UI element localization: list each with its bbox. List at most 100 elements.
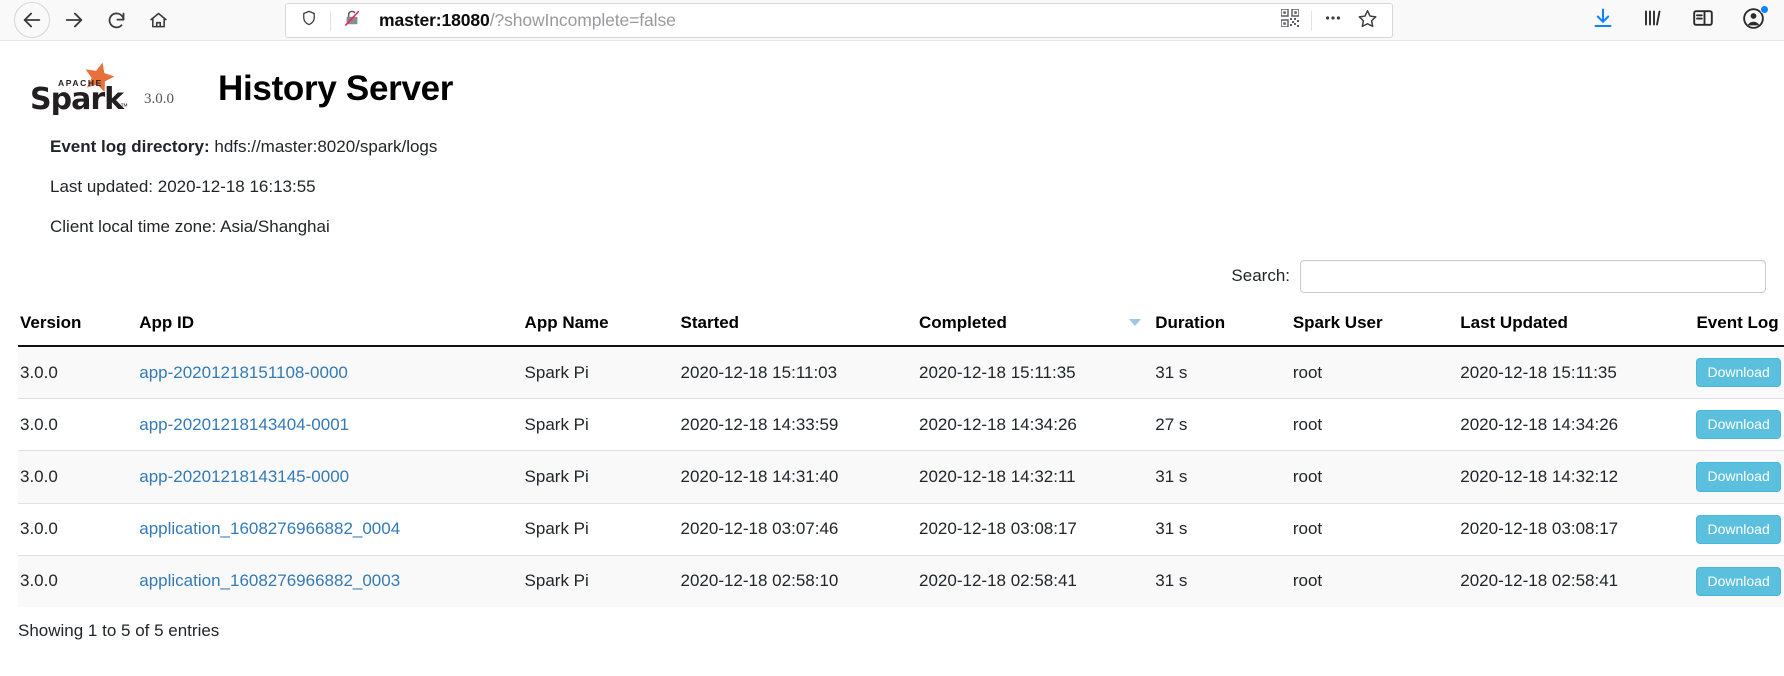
info-value: Asia/Shanghai <box>220 217 330 236</box>
info-label: Event log directory: <box>50 137 210 156</box>
connection-security-button[interactable] <box>337 8 367 33</box>
bookmark-button[interactable] <box>1350 6 1384 36</box>
browser-toolbar: master:18080/?showIncomplete=false <box>0 0 1784 41</box>
cell-version: 3.0.0 <box>18 554 138 607</box>
table-row: 3.0.0 application_1608276966882_0003 Spa… <box>18 554 1784 607</box>
cell-appname: Spark Pi <box>522 502 679 556</box>
server-info-list: Event log directory: hdfs://master:8020/… <box>18 127 1766 247</box>
library-button[interactable] <box>1638 6 1668 36</box>
cell-appname: Spark Pi <box>522 554 679 607</box>
cell-duration: 31 s <box>1153 345 1291 399</box>
column-header-completed[interactable]: Completed <box>917 303 1154 347</box>
cell-last-updated: 2020-12-18 03:08:17 <box>1458 502 1695 556</box>
cell-version: 3.0.0 <box>18 502 138 556</box>
cell-event-log: Download <box>1694 502 1784 556</box>
column-header-event-log[interactable]: Event Log <box>1694 303 1784 347</box>
column-header-appid[interactable]: App ID <box>137 303 523 347</box>
search-label: Search: <box>1231 266 1290 285</box>
search-input[interactable] <box>1300 259 1766 293</box>
cell-version: 3.0.0 <box>18 345 138 399</box>
tracking-protection-button[interactable] <box>294 9 324 32</box>
cell-appname: Spark Pi <box>522 450 679 504</box>
cell-event-log: Download <box>1694 554 1784 607</box>
app-id-link[interactable]: app-20201218151108-0000 <box>139 363 348 382</box>
forward-button[interactable] <box>56 2 92 38</box>
page-actions-icon <box>1323 8 1343 33</box>
broken-lock-icon <box>342 8 362 33</box>
column-header-appname[interactable]: App Name <box>522 303 679 347</box>
info-event-log-directory: Event log directory: hdfs://master:8020/… <box>50 127 1766 167</box>
cell-completed: 2020-12-18 03:08:17 <box>917 502 1154 556</box>
cell-started: 2020-12-18 14:31:40 <box>678 450 918 504</box>
address-bar[interactable]: master:18080/?showIncomplete=false <box>285 3 1393 38</box>
download-button[interactable]: Download <box>1696 410 1781 440</box>
download-button[interactable]: Download <box>1696 514 1781 544</box>
page-header: APACHE Spark ™ 3.0.0 History Server <box>18 41 1766 115</box>
cell-event-log: Download <box>1694 398 1784 451</box>
home-button[interactable] <box>140 2 176 38</box>
cell-appid: app-20201218143145-0000 <box>137 450 523 504</box>
app-id-link[interactable]: application_1608276966882_0004 <box>139 519 400 538</box>
page-actions-button[interactable] <box>1316 6 1350 36</box>
cell-completed: 2020-12-18 15:11:35 <box>917 345 1154 399</box>
back-button[interactable] <box>14 2 50 38</box>
history-server-page: APACHE Spark ™ 3.0.0 History Server Even… <box>0 41 1784 641</box>
forward-arrow-icon <box>63 9 85 31</box>
qr-code-button[interactable] <box>1273 6 1307 36</box>
table-body: 3.0.0 app-20201218151108-0000 Spark Pi 2… <box>18 345 1784 607</box>
applications-table: Version App ID App Name Started Complete… <box>18 303 1784 607</box>
cell-completed: 2020-12-18 02:58:41 <box>917 554 1154 607</box>
cell-started: 2020-12-18 02:58:10 <box>678 554 918 607</box>
account-button[interactable] <box>1738 4 1769 36</box>
cell-appname: Spark Pi <box>522 398 679 451</box>
download-button[interactable]: Download <box>1696 358 1781 388</box>
sidebar-toggle-button[interactable] <box>1688 6 1718 36</box>
search-row: Search: <box>18 259 1766 293</box>
cell-duration: 31 s <box>1153 502 1291 556</box>
cell-started: 2020-12-18 03:07:46 <box>678 502 918 556</box>
url-text[interactable]: master:18080/?showIncomplete=false <box>367 10 1273 31</box>
cell-spark-user: root <box>1290 502 1459 556</box>
info-last-updated: Last updated: 2020-12-18 16:13:55 <box>50 167 1766 207</box>
cell-spark-user: root <box>1290 398 1459 451</box>
back-arrow-icon <box>21 9 43 31</box>
app-id-link[interactable]: app-20201218143404-0001 <box>139 415 349 434</box>
bookmark-star-icon <box>1357 8 1378 34</box>
address-bar-identity <box>294 8 367 33</box>
app-id-link[interactable]: application_1608276966882_0003 <box>139 571 400 590</box>
info-client-time-zone: Client local time zone: Asia/Shanghai <box>50 207 1766 247</box>
downloads-button[interactable] <box>1588 6 1618 36</box>
column-header-last-updated[interactable]: Last Updated <box>1458 303 1695 347</box>
table-row: 3.0.0 app-20201218143145-0000 Spark Pi 2… <box>18 450 1784 504</box>
cell-duration: 27 s <box>1153 398 1291 451</box>
download-button[interactable]: Download <box>1696 566 1781 596</box>
table-row: 3.0.0 app-20201218151108-0000 Spark Pi 2… <box>18 345 1784 399</box>
table-head: Version App ID App Name Started Complete… <box>18 303 1784 347</box>
table-header-row: Version App ID App Name Started Complete… <box>18 303 1784 347</box>
cell-started: 2020-12-18 14:33:59 <box>678 398 918 451</box>
column-header-spark-user[interactable]: Spark User <box>1290 303 1459 347</box>
browser-toolbar-right <box>1588 0 1774 41</box>
download-button[interactable]: Download <box>1696 462 1781 492</box>
column-header-duration[interactable]: Duration <box>1153 303 1291 347</box>
app-id-link[interactable]: app-20201218143145-0000 <box>139 467 349 486</box>
reload-button[interactable] <box>98 2 134 38</box>
svg-text:Spark: Spark <box>30 82 125 115</box>
column-header-version[interactable]: Version <box>18 303 138 347</box>
cell-duration: 31 s <box>1153 450 1291 504</box>
column-header-started[interactable]: Started <box>678 303 918 347</box>
table-row: 3.0.0 application_1608276966882_0004 Spa… <box>18 502 1784 556</box>
navigation-buttons <box>8 2 176 38</box>
cell-spark-user: root <box>1290 345 1459 399</box>
cell-completed: 2020-12-18 14:32:11 <box>917 450 1154 504</box>
downloads-icon <box>1591 6 1615 35</box>
table-entries-info: Showing 1 to 5 of 5 entries <box>18 620 220 640</box>
qr-code-icon <box>1280 8 1300 32</box>
svg-text:™: ™ <box>120 102 128 111</box>
shield-icon <box>300 9 318 32</box>
cell-event-log: Download <box>1694 345 1784 399</box>
address-bar-actions <box>1273 6 1384 36</box>
spark-version: 3.0.0 <box>144 91 174 107</box>
cell-appid: application_1608276966882_0004 <box>137 502 523 556</box>
info-label: Client local time zone: <box>50 217 217 236</box>
